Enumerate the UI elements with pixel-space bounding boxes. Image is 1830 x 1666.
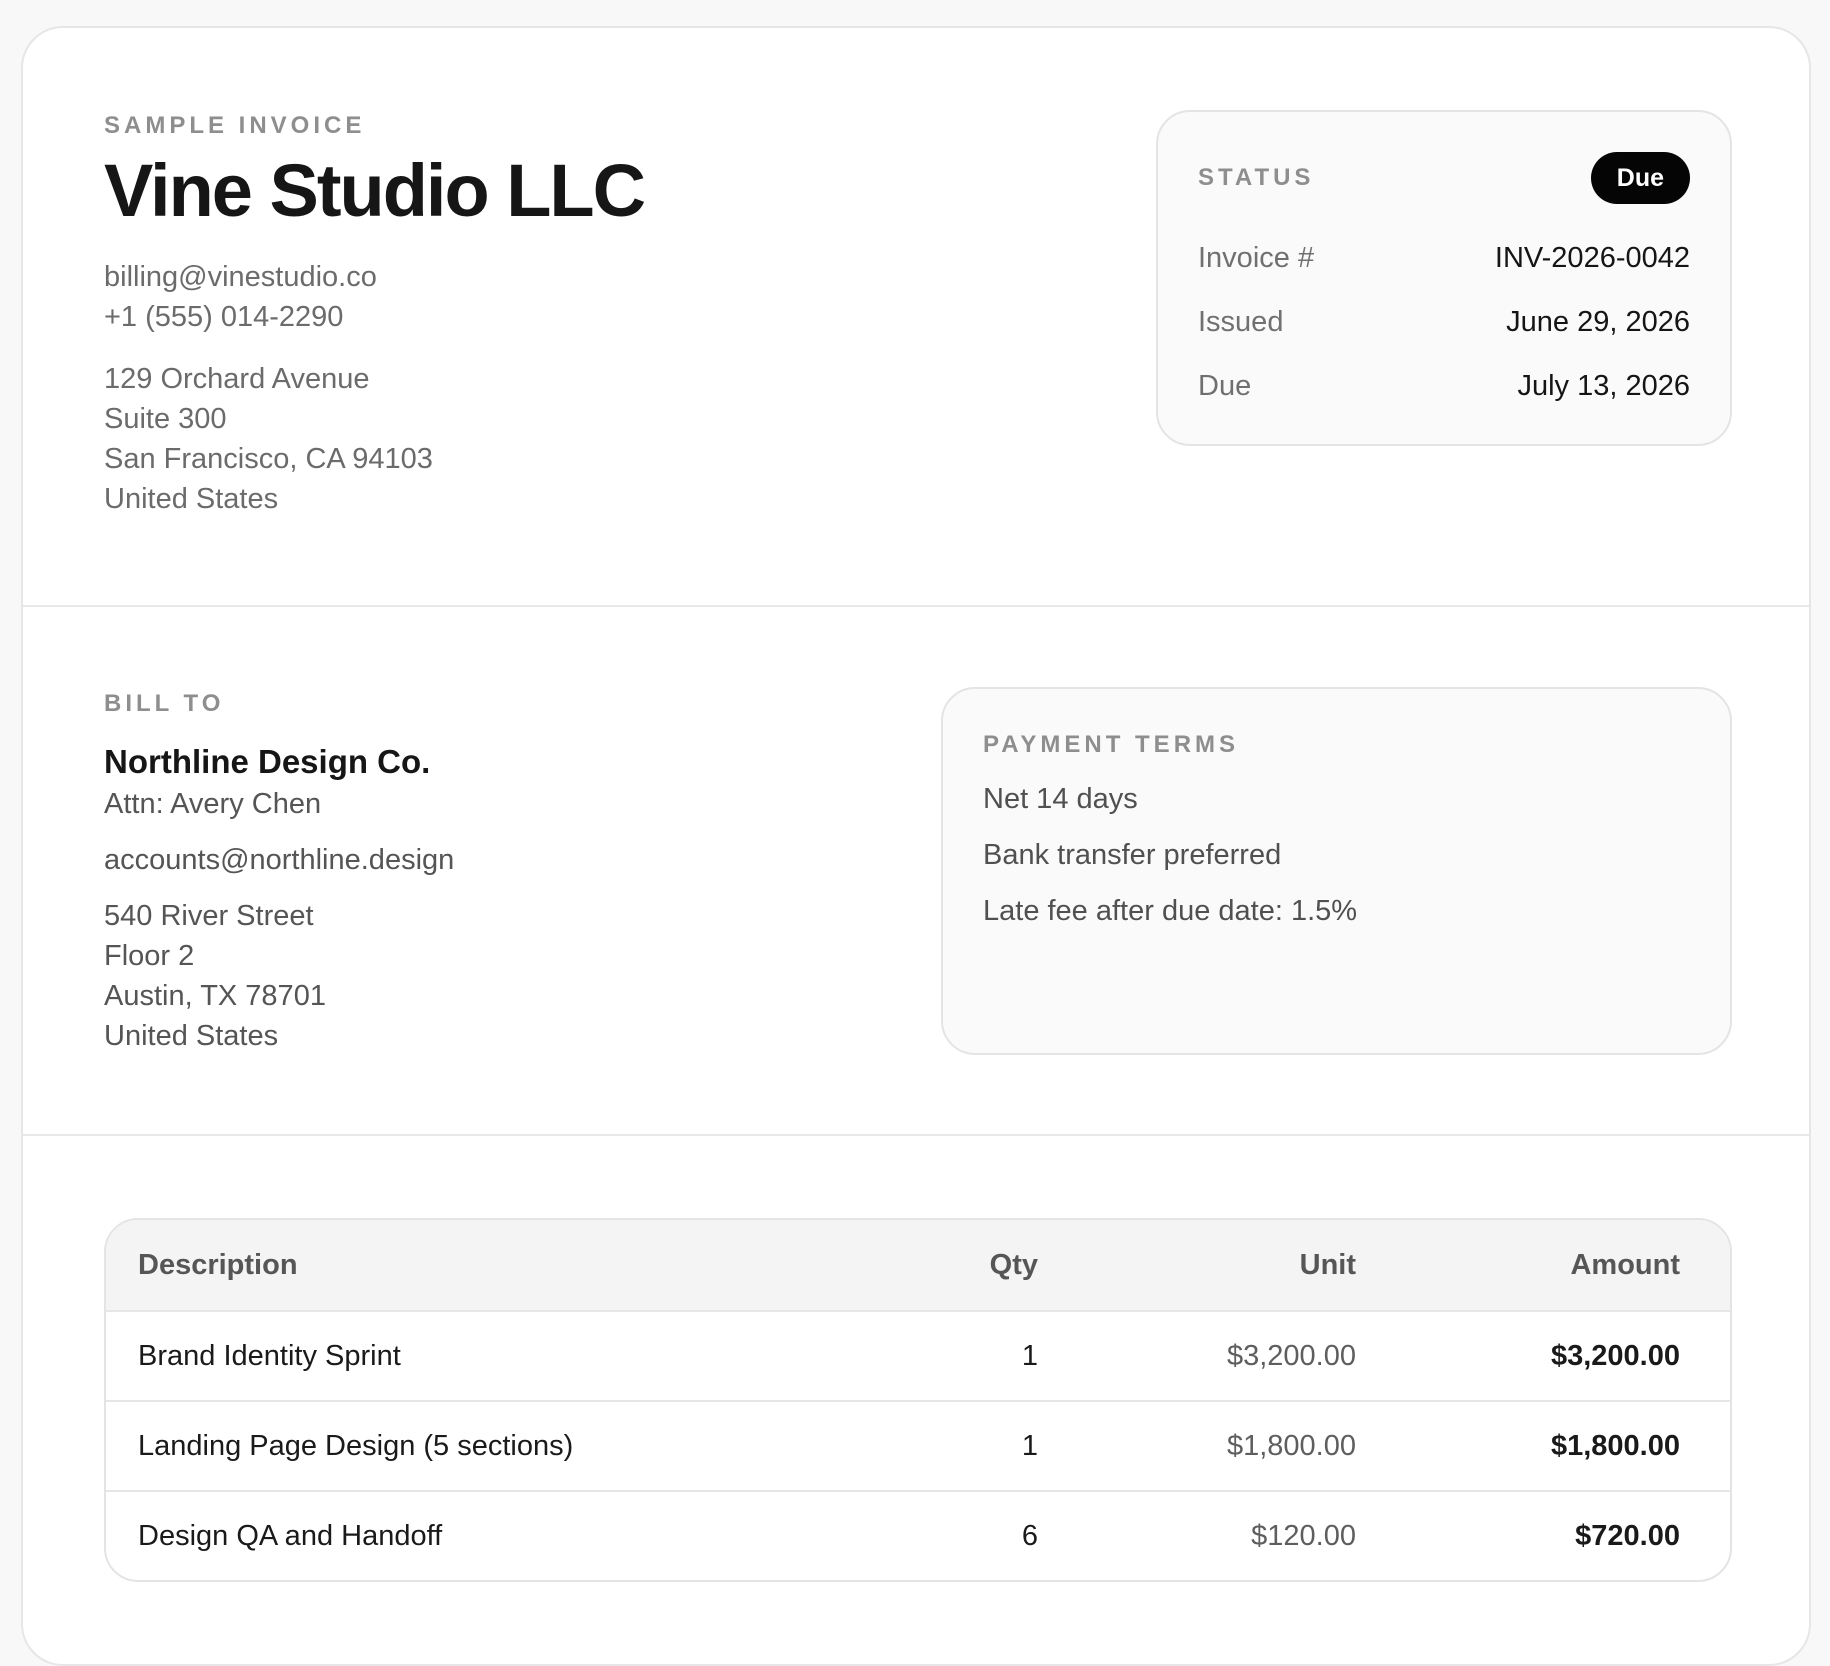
client-attn: Attn: Avery Chen xyxy=(104,788,322,820)
address-line: 129 Orchard Avenue xyxy=(104,363,370,396)
item-description: Design QA and Handoff xyxy=(138,1519,443,1552)
payment-terms-label: PAYMENT TERMS xyxy=(983,731,1240,758)
item-unit: $3,200.00 xyxy=(1226,1339,1356,1372)
item-description: Landing Page Design (5 sections) xyxy=(138,1429,574,1462)
status-label: STATUS xyxy=(1198,164,1315,191)
status-badge: Due xyxy=(1590,152,1690,204)
column-header-description: Description xyxy=(138,1248,298,1281)
table-header: Description Qty Unit Amount xyxy=(106,1220,1730,1310)
due-label: Due xyxy=(1198,369,1252,402)
item-qty: 6 xyxy=(1021,1519,1038,1552)
address-line: Floor 2 xyxy=(104,940,195,972)
section-divider xyxy=(23,1134,1809,1136)
column-header-amount: Amount xyxy=(1570,1248,1680,1281)
payment-term: Net 14 days xyxy=(983,783,1138,815)
line-items-table: Description Qty Unit Amount Brand Identi… xyxy=(104,1218,1732,1582)
item-amount: $1,800.00 xyxy=(1550,1429,1680,1462)
address-line: United States xyxy=(104,1020,279,1052)
column-header-qty: Qty xyxy=(989,1248,1038,1281)
address-line: United States xyxy=(104,483,279,516)
issued-label: Issued xyxy=(1198,305,1284,338)
invoice-number-value: INV-2026-0042 xyxy=(1494,241,1690,274)
table-row: Design QA and Handoff 6 $120.00 $720.00 xyxy=(106,1490,1730,1580)
payment-term: Bank transfer preferred xyxy=(983,839,1282,871)
bill-to-label: BILL TO xyxy=(104,690,225,717)
invoice-number-label: Invoice # xyxy=(1198,241,1315,274)
payment-term: Late fee after due date: 1.5% xyxy=(983,895,1358,927)
issued-value: June 29, 2026 xyxy=(1506,305,1690,338)
client-address: 540 River Street Floor 2 Austin, TX 7870… xyxy=(104,896,804,1056)
status-panel: STATUS Due Invoice # INV-2026-0042 Issue… xyxy=(1156,110,1732,446)
address-line: San Francisco, CA 94103 xyxy=(104,443,433,476)
company-name: Vine Studio LLC xyxy=(104,149,646,232)
issuer-phone: +1 (555) 014-2290 xyxy=(104,301,344,334)
table-row: Brand Identity Sprint 1 $3,200.00 $3,200… xyxy=(106,1310,1730,1400)
item-amount: $720.00 xyxy=(1575,1519,1680,1552)
issuer-block: SAMPLE INVOICE Vine Studio LLC billing@v… xyxy=(104,112,1004,519)
item-description: Brand Identity Sprint xyxy=(138,1339,401,1372)
table-row: Landing Page Design (5 sections) 1 $1,80… xyxy=(106,1400,1730,1490)
item-qty: 1 xyxy=(1021,1339,1038,1372)
item-amount: $3,200.00 xyxy=(1550,1339,1680,1372)
column-header-unit: Unit xyxy=(1299,1248,1356,1281)
due-value: July 13, 2026 xyxy=(1517,369,1690,402)
due-row: Due July 13, 2026 xyxy=(1198,354,1690,418)
issuer-email: billing@vinestudio.co xyxy=(104,261,377,294)
client-email: accounts@northline.design xyxy=(104,844,455,876)
item-unit: $1,800.00 xyxy=(1226,1429,1356,1462)
invoice-eyebrow: SAMPLE INVOICE xyxy=(104,112,366,139)
address-line: 540 River Street xyxy=(104,900,314,932)
issuer-address: 129 Orchard Avenue Suite 300 San Francis… xyxy=(104,359,1004,519)
section-divider xyxy=(23,605,1809,607)
item-unit: $120.00 xyxy=(1251,1519,1356,1552)
issued-row: Issued June 29, 2026 xyxy=(1198,290,1690,354)
client-name: Northline Design Co. xyxy=(104,743,431,780)
item-qty: 1 xyxy=(1021,1429,1038,1462)
bill-to-block: BILL TO Northline Design Co. Attn: Avery… xyxy=(104,690,804,1056)
address-line: Austin, TX 78701 xyxy=(104,980,326,1012)
invoice-number-row: Invoice # INV-2026-0042 xyxy=(1198,226,1690,290)
payment-terms-panel: PAYMENT TERMS Net 14 days Bank transfer … xyxy=(941,687,1732,1055)
invoice-card: SAMPLE INVOICE Vine Studio LLC billing@v… xyxy=(21,26,1811,1666)
address-line: Suite 300 xyxy=(104,403,227,436)
